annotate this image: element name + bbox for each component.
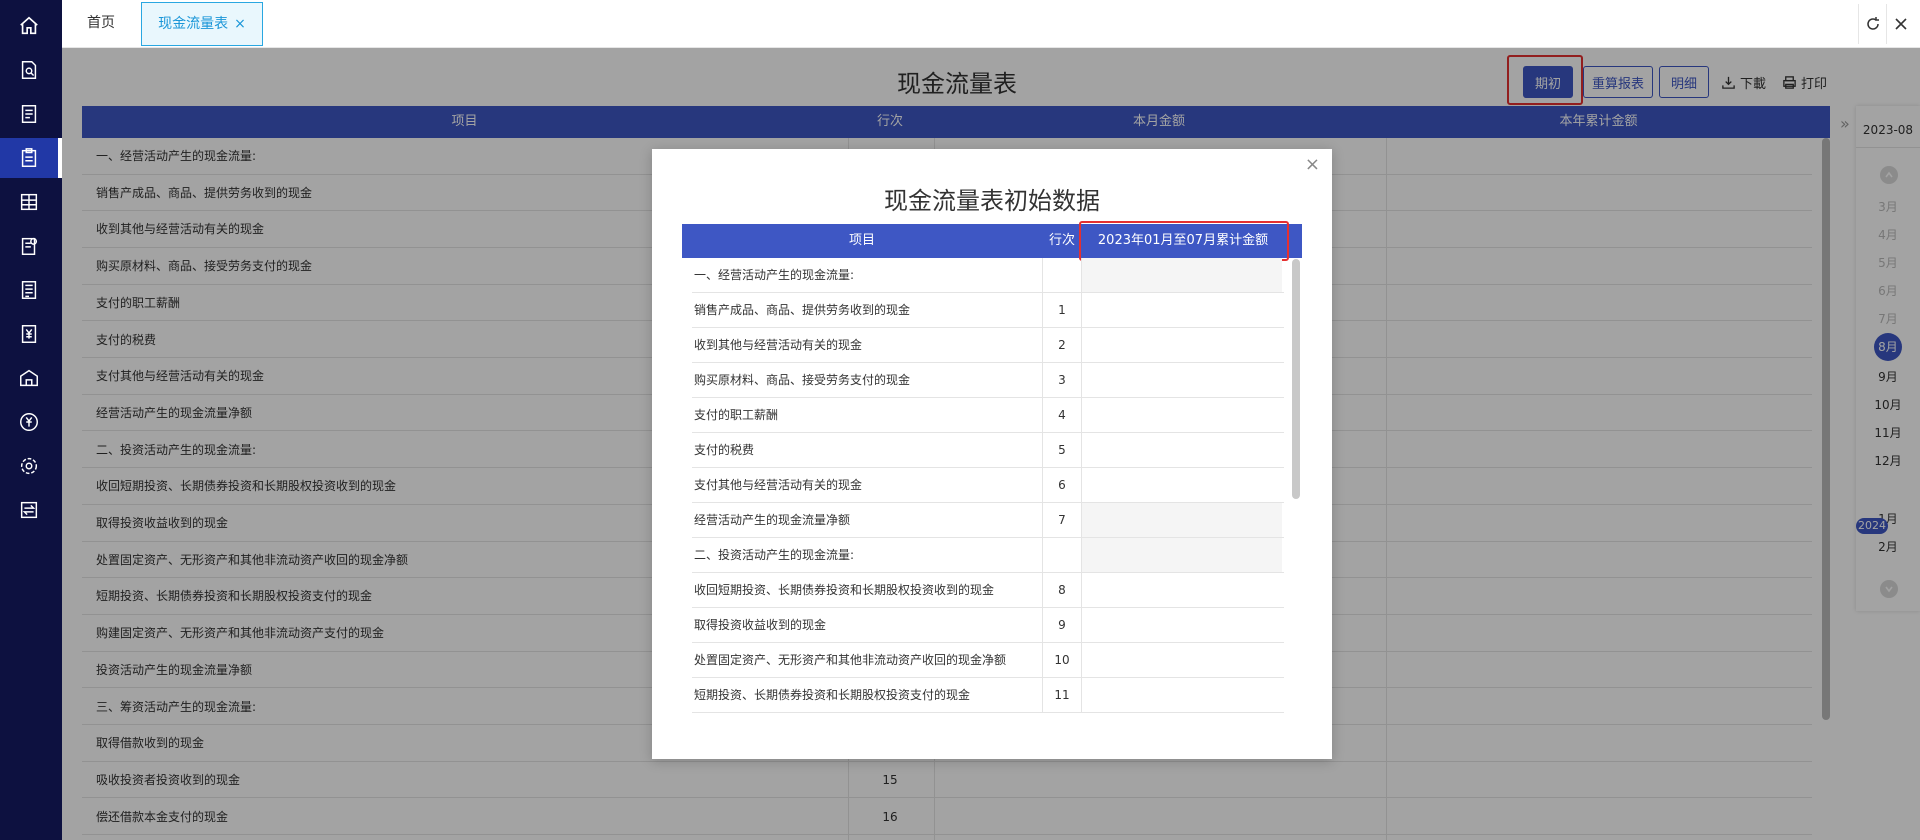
dialog-row-line [1042, 538, 1082, 572]
dialog-table-row: 处置固定资产、无形资产和其他非流动资产收回的现金净额 10 [692, 643, 1284, 678]
dialog-row-line: 9 [1042, 608, 1082, 642]
dialog-row-item: 支付的职工薪酬 [694, 408, 779, 422]
tab-home[interactable]: 首页 [87, 0, 115, 46]
dialog-row-line: 4 [1042, 398, 1082, 432]
dialog-table-row: 一、经营活动产生的现金流量: [692, 258, 1284, 293]
dialog-row-line [1042, 258, 1082, 292]
sidebar-item-settings[interactable] [0, 446, 58, 486]
dialog-title: 现金流量表初始数据 [884, 187, 1100, 215]
dialog-row-item: 购买原材料、商品、接受劳务支付的现金 [694, 373, 911, 387]
dialog-row-line: 11 [1042, 678, 1082, 712]
transfer-icon [20, 501, 38, 519]
dialog-table-row: 取得投资收益收到的现金 9 [692, 608, 1284, 643]
sidebar-item-payroll[interactable] [0, 402, 58, 442]
dialog-amount-input[interactable] [1082, 433, 1282, 467]
dialog-amount-input[interactable] [1082, 678, 1282, 712]
dialog-row-item: 二、投资活动产生的现金流量: [694, 548, 855, 562]
sidebar-item-ledger[interactable] [0, 94, 58, 134]
home-icon [20, 16, 38, 35]
dialog-row-line: 8 [1042, 573, 1082, 607]
refresh-button[interactable] [1858, 4, 1886, 44]
dialog-table-row: 支付的职工薪酬 4 [692, 398, 1284, 433]
dialog-row-item: 支付的税费 [694, 443, 755, 457]
dialog-row-line: 6 [1042, 468, 1082, 502]
dialog-row-item: 短期投资、长期债券投资和长期股权投资支付的现金 [694, 688, 971, 702]
dialog-row-item: 取得投资收益收到的现金 [694, 618, 827, 632]
clipboard-report-icon [21, 148, 37, 167]
dialog-row-line: 3 [1042, 363, 1082, 397]
refresh-icon [1866, 17, 1879, 30]
dialog-row-item: 一、经营活动产生的现金流量: [694, 268, 855, 282]
dialog-row-item: 收回短期投资、长期债券投资和长期股权投资收到的现金 [694, 583, 995, 597]
initial-data-dialog: × 现金流量表初始数据 项目 行次 2023年01月至07月累计金额 一、经营活… [652, 149, 1332, 759]
sidebar-item-home[interactable] [0, 6, 58, 46]
building-icon [20, 193, 38, 211]
sidebar-item-notes[interactable] [0, 270, 58, 310]
sidebar-item-transfer[interactable] [0, 490, 58, 530]
list-document-icon [21, 105, 37, 123]
dialog-table-row: 二、投资活动产生的现金流量: [692, 538, 1284, 573]
warehouse-icon [20, 369, 38, 387]
yen-circle-icon [20, 413, 38, 431]
dialog-table-row: 短期投资、长期债券投资和长期股权投资支付的现金 11 [692, 678, 1284, 713]
dialog-table-row: 收到其他与经营活动有关的现金 2 [692, 328, 1284, 363]
close-icon [1894, 18, 1907, 30]
dialog-header-item: 项目 [848, 233, 875, 248]
yen-document-icon [21, 325, 37, 343]
dialog-row-line: 5 [1042, 433, 1082, 467]
dialog-amount-input[interactable] [1082, 293, 1282, 327]
notes-icon [21, 281, 37, 299]
gear-icon [20, 457, 38, 475]
dialog-amount-input[interactable] [1082, 328, 1282, 362]
dialog-amount-input[interactable] [1082, 398, 1282, 432]
tab-cash-flow-label: 现金流量表 [158, 16, 229, 32]
tab-close-icon[interactable]: × [234, 16, 246, 32]
tab-bar: 首页 现金流量表 × [62, 0, 1920, 48]
dialog-header-line: 行次 [1048, 233, 1075, 248]
dialog-table-row: 购买原材料、商品、接受劳务支付的现金 3 [692, 363, 1284, 398]
dialog-amount-input[interactable] [1082, 573, 1282, 607]
document-search-icon [21, 61, 37, 79]
dialog-table-row: 经营活动产生的现金流量净额 7 [692, 503, 1284, 538]
dialog-table-row: 支付的税费 5 [692, 433, 1284, 468]
dialog-row-item: 经营活动产生的现金流量净额 [694, 513, 851, 527]
dialog-amount-input[interactable] [1082, 608, 1282, 642]
dialog-table-row: 销售产成品、商品、提供劳务收到的现金 1 [692, 293, 1284, 328]
dialog-row-item: 收到其他与经营活动有关的现金 [694, 338, 863, 352]
tab-cash-flow[interactable]: 现金流量表 × [141, 2, 263, 46]
sidebar-item-reports[interactable] [0, 138, 62, 178]
dialog-row-line: 10 [1042, 643, 1082, 677]
invoice-icon [21, 237, 38, 255]
sidebar-item-assets[interactable] [0, 358, 58, 398]
dialog-amount-input[interactable] [1082, 643, 1282, 677]
sidebar-item-invoice[interactable] [0, 226, 58, 266]
dialog-row-item: 支付其他与经营活动有关的现金 [694, 478, 863, 492]
dialog-row-item: 销售产成品、商品、提供劳务收到的现金 [694, 303, 911, 317]
dialog-table-row: 支付其他与经营活动有关的现金 6 [692, 468, 1284, 503]
dialog-amount-input [1082, 538, 1282, 572]
sidebar-item-cash[interactable] [0, 314, 58, 354]
sidebar-item-voucher-search[interactable] [0, 50, 58, 90]
highlight-amount-header [1079, 221, 1289, 261]
dialog-row-line: 2 [1042, 328, 1082, 362]
dialog-amount-input [1082, 503, 1282, 537]
dialog-row-line: 7 [1042, 503, 1082, 537]
dialog-amount-input[interactable] [1082, 468, 1282, 502]
sidebar [0, 0, 62, 840]
dialog-scrollbar[interactable] [1292, 259, 1300, 499]
dialog-table-row: 收回短期投资、长期债券投资和长期股权投资收到的现金 8 [692, 573, 1284, 608]
dialog-row-item: 处置固定资产、无形资产和其他非流动资产收回的现金净额 [694, 653, 1007, 667]
dialog-amount-input[interactable] [1082, 363, 1282, 397]
close-icon[interactable]: × [1305, 154, 1320, 175]
dialog-amount-input [1082, 258, 1282, 292]
dialog-row-line: 1 [1042, 293, 1082, 327]
close-all-button[interactable] [1886, 4, 1914, 44]
sidebar-item-books[interactable] [0, 182, 58, 222]
